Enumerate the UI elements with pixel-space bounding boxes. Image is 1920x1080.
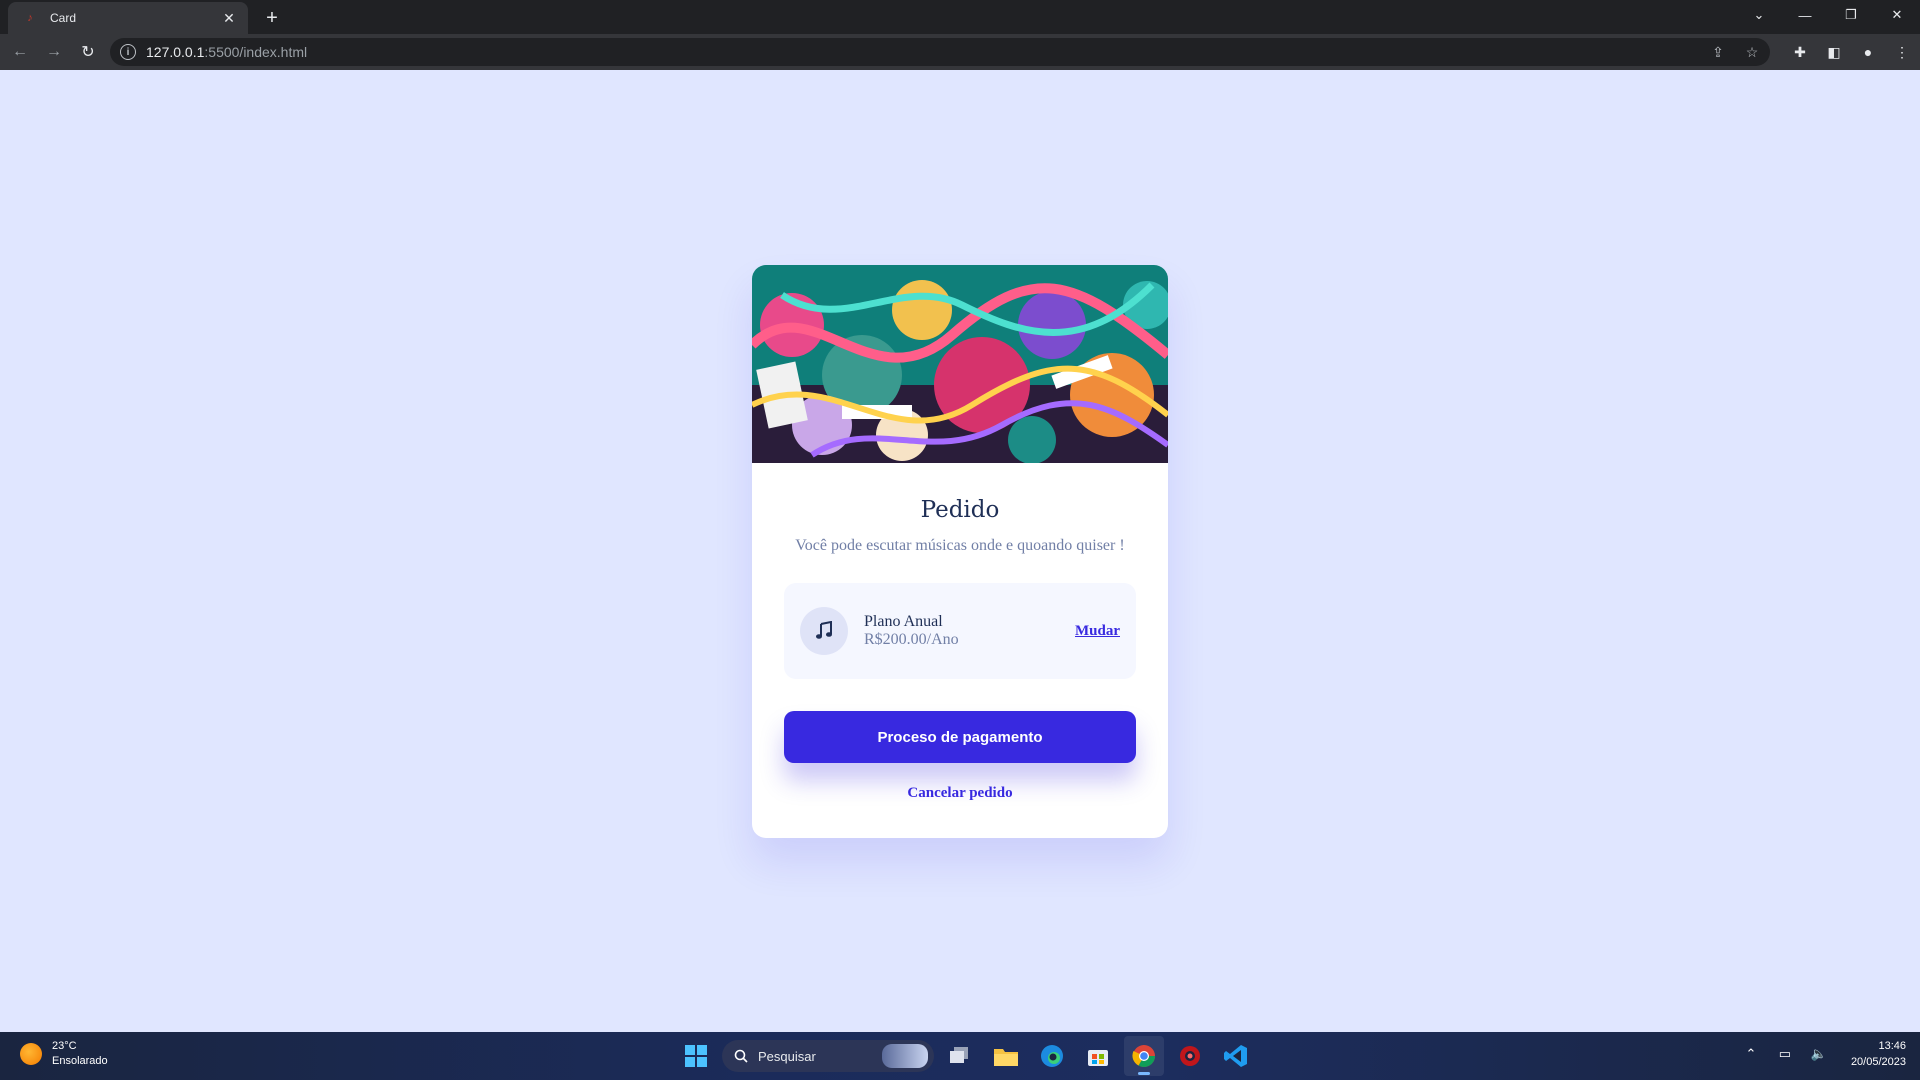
hero-image — [752, 265, 1168, 463]
bookmark-star-icon[interactable]: ☆ — [1742, 42, 1762, 62]
task-view-icon[interactable] — [940, 1036, 980, 1076]
card-title: Pedido — [920, 497, 1000, 523]
plan-price: R$200.00/Ano — [864, 631, 959, 648]
plan-name: Plano Anual — [864, 613, 943, 630]
sun-icon — [20, 1042, 42, 1065]
cancel-order-link[interactable]: Cancelar pedido — [907, 785, 1012, 802]
taskbar: 23°C Ensolarado Pesquisar ⌃ ▭ 🔈 13:46 20… — [0, 1032, 1920, 1080]
forward-icon[interactable]: → — [40, 38, 68, 66]
card-subtitle: Você pode escutar músicas onde e quoando… — [795, 537, 1125, 554]
taskbar-search[interactable]: Pesquisar — [722, 1040, 934, 1072]
payment-button[interactable]: Proceso de pagamento — [784, 711, 1136, 763]
page-viewport: Pedido Você pode escutar músicas onde e … — [0, 70, 1920, 1032]
close-tab-icon[interactable]: ✕ — [220, 9, 238, 27]
restore-icon[interactable]: ❐ — [1828, 0, 1874, 30]
url-path: :5500/index.html — [204, 44, 308, 60]
start-button[interactable] — [676, 1036, 716, 1076]
search-highlight-image — [882, 1044, 928, 1068]
url-host: 127.0.0.1 — [146, 44, 205, 60]
tab-search-icon[interactable]: ⌄ — [1736, 0, 1782, 30]
file-explorer-icon[interactable] — [986, 1036, 1026, 1076]
system-tray: ⌃ ▭ 🔈 13:46 20/05/2023 — [1741, 1038, 1906, 1070]
chevron-up-icon[interactable]: ⌃ — [1741, 1044, 1761, 1064]
clock-date: 20/05/2023 — [1850, 1056, 1906, 1068]
address-bar[interactable]: i 127.0.0.1:5500/index.html ⇪ ☆ — [110, 38, 1770, 66]
browser-tabbar: ♪ Card ✕ + ⌄ — ❐ ✕ — [0, 0, 1920, 34]
app-red-icon[interactable] — [1170, 1036, 1210, 1076]
order-card: Pedido Você pode escutar músicas onde e … — [752, 265, 1168, 838]
change-plan-link[interactable]: Mudar — [1075, 623, 1120, 640]
plan-summary: Plano Anual R$200.00/Ano Mudar — [784, 583, 1136, 679]
weather-widget[interactable]: 23°C Ensolarado — [20, 1040, 108, 1067]
new-tab-button[interactable]: + — [260, 6, 284, 30]
minimize-icon[interactable]: — — [1782, 0, 1828, 30]
weather-desc: Ensolarado — [52, 1055, 108, 1067]
reload-icon[interactable]: ↻ — [74, 38, 102, 66]
side-panel-icon[interactable]: ◧ — [1822, 38, 1846, 66]
search-placeholder: Pesquisar — [758, 1048, 816, 1064]
weather-temp: 23°C — [52, 1040, 77, 1052]
menu-icon[interactable]: ⋮ — [1890, 38, 1914, 66]
profile-icon[interactable]: ● — [1856, 38, 1880, 66]
windows-logo-icon — [685, 1045, 707, 1067]
edge-icon[interactable] — [1032, 1036, 1072, 1076]
window-controls: ⌄ — ❐ ✕ — [1736, 0, 1920, 30]
browser-tab[interactable]: ♪ Card ✕ — [8, 2, 248, 34]
chrome-icon[interactable] — [1124, 1036, 1164, 1076]
vscode-icon[interactable] — [1216, 1036, 1256, 1076]
favicon-icon: ♪ — [27, 12, 33, 24]
extensions-icon[interactable]: ✚ — [1788, 38, 1812, 66]
network-icon[interactable]: ▭ — [1775, 1044, 1795, 1064]
close-window-icon[interactable]: ✕ — [1874, 0, 1920, 30]
store-icon[interactable] — [1078, 1036, 1118, 1076]
site-info-icon[interactable]: i — [120, 44, 136, 60]
back-icon[interactable]: ← — [6, 38, 34, 66]
browser-toolbar: ← → ↻ i 127.0.0.1:5500/index.html ⇪ ☆ ✚ … — [0, 34, 1920, 70]
clock-time: 13:46 — [1878, 1040, 1906, 1052]
clock[interactable]: 13:46 20/05/2023 — [1851, 1038, 1906, 1070]
search-icon — [734, 1049, 748, 1063]
music-note-icon — [800, 607, 848, 655]
tab-title: Card — [50, 11, 77, 25]
volume-icon[interactable]: 🔈 — [1809, 1044, 1829, 1064]
share-icon[interactable]: ⇪ — [1708, 42, 1728, 62]
